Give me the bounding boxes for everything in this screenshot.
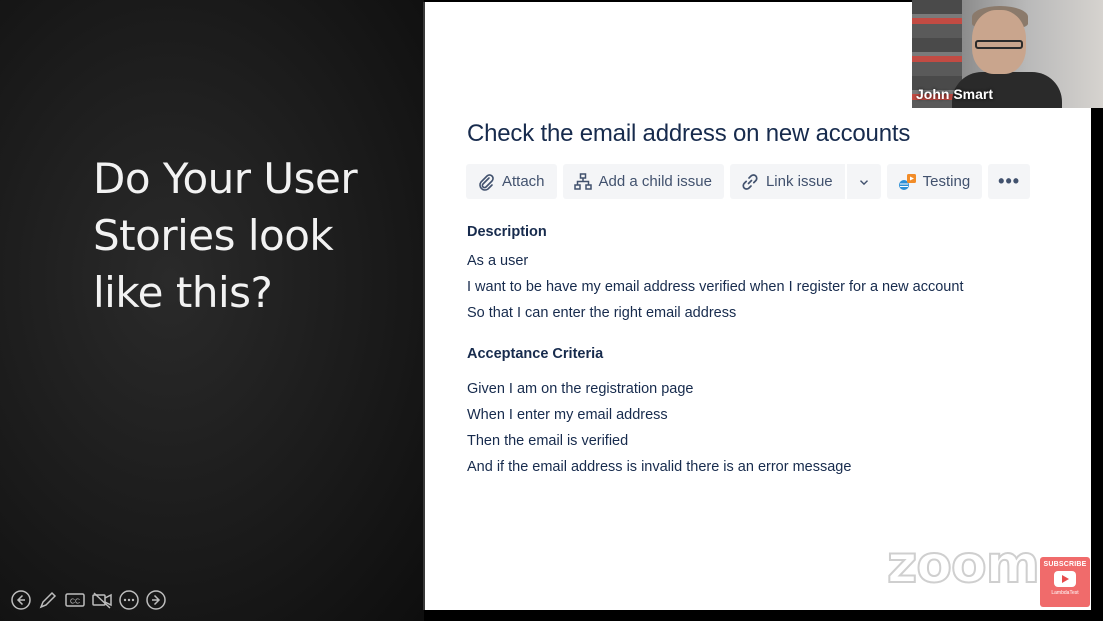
testing-label: Testing <box>922 173 971 190</box>
link-issue-label: Link issue <box>765 173 833 190</box>
forward-icon[interactable] <box>145 589 167 611</box>
zoom-watermark-text: zoom <box>886 534 1041 596</box>
issue-title[interactable]: Check the email address on new accounts <box>467 120 910 148</box>
acceptance-criteria-heading: Acceptance Criteria <box>467 346 604 362</box>
back-icon[interactable] <box>10 589 32 611</box>
slide-title: Do Your User Stories look like this? <box>93 150 413 321</box>
attach-button[interactable]: Attach <box>466 164 557 199</box>
issue-toolbar: Attach Add a child issue Link issue Test… <box>466 164 1031 200</box>
subscribe-label: SUBSCRIBE <box>1043 561 1087 568</box>
acceptance-line[interactable]: And if the email address is invalid ther… <box>467 454 1067 480</box>
subscribe-brand: LambdaTest <box>1051 590 1079 596</box>
play-icon <box>1054 571 1076 587</box>
slide-controls: CC <box>10 589 167 613</box>
link-issue-split-button: Link issue <box>729 164 881 200</box>
slide-title-line: like this? <box>93 268 273 317</box>
paperclip-icon <box>479 173 494 191</box>
video-off-icon[interactable] <box>91 589 113 611</box>
subscribe-badge[interactable]: SUBSCRIBE LambdaTest <box>1040 557 1090 607</box>
description-line[interactable]: I want to be have my email address verif… <box>467 274 1067 300</box>
description-line[interactable]: So that I can enter the right email addr… <box>467 300 1067 326</box>
description-line[interactable]: As a user <box>467 248 1067 274</box>
chevron-down-icon <box>859 179 868 185</box>
testing-app-icon <box>898 173 916 190</box>
acceptance-line[interactable]: When I enter my email address <box>467 402 1067 428</box>
svg-text:CC: CC <box>70 599 80 606</box>
participant-name: John Smart <box>916 86 994 102</box>
participant-glasses <box>975 40 1023 49</box>
issue-content: Description As a user I want to be have … <box>467 222 1067 480</box>
more-actions-button[interactable]: ••• <box>988 164 1031 199</box>
slide-left-pane: Do Your User Stories look like this? CC <box>0 0 424 621</box>
pen-icon[interactable] <box>37 589 59 611</box>
link-issue-dropdown[interactable] <box>846 164 881 199</box>
acceptance-line[interactable]: Given I am on the registration page <box>467 376 1067 402</box>
add-child-issue-button[interactable]: Add a child issue <box>562 164 724 199</box>
hierarchy-icon <box>573 172 592 190</box>
zoom-watermark: zoom <box>886 534 1041 596</box>
more-icon[interactable] <box>118 589 140 611</box>
slide-title-line: Stories look <box>93 211 334 260</box>
add-child-issue-label: Add a child issue <box>598 173 712 190</box>
link-issue-button[interactable]: Link issue <box>729 164 845 199</box>
captions-icon[interactable]: CC <box>64 589 86 611</box>
attach-label: Attach <box>502 173 545 190</box>
webcam-tile[interactable]: John Smart <box>912 0 1103 108</box>
slide-title-line: Do Your User <box>93 154 358 203</box>
link-icon <box>742 173 758 190</box>
acceptance-line[interactable]: Then the email is verified <box>467 428 1067 454</box>
more-actions-label: ••• <box>998 171 1021 191</box>
testing-button[interactable]: Testing <box>886 164 983 199</box>
description-heading: Description <box>467 224 547 240</box>
